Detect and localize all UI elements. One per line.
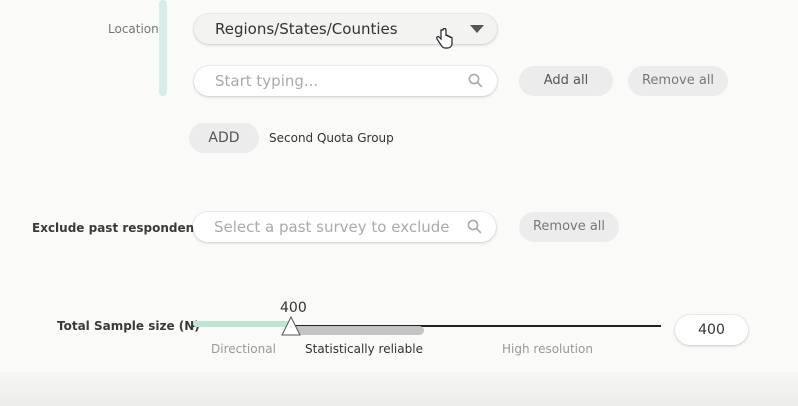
location-label: Location <box>108 22 159 36</box>
hand-cursor-icon <box>436 28 453 49</box>
slider-zone-reliable <box>291 326 424 335</box>
quota-group-label: Second Quota Group <box>269 131 394 145</box>
search-icon <box>468 73 483 88</box>
add-quota-button[interactable]: ADD <box>189 123 259 153</box>
exclude-remove-all-button[interactable]: Remove all <box>519 212 619 242</box>
exclude-survey-input[interactable]: Select a past survey to exclude <box>193 212 496 242</box>
chevron-down-icon[interactable] <box>470 25 484 33</box>
exclude-label: Exclude past respondents <box>32 221 208 235</box>
sample-size-label: Total Sample size (N) <box>57 319 200 333</box>
location-search-input[interactable]: Start typing... <box>194 66 497 96</box>
bottom-fade <box>0 372 798 406</box>
section-accent-bar <box>159 0 167 96</box>
add-all-button[interactable]: Add all <box>519 66 613 96</box>
slider-fill-directional <box>193 321 291 327</box>
zone-label-reliable: Statistically reliable <box>305 342 423 356</box>
sample-size-slider[interactable] <box>193 316 661 336</box>
sample-size-input[interactable]: 400 <box>675 315 748 345</box>
zone-label-directional: Directional <box>211 342 276 356</box>
location-search-placeholder: Start typing... <box>215 72 319 90</box>
exclude-search-placeholder: Select a past survey to exclude <box>214 218 450 236</box>
location-remove-all-button[interactable]: Remove all <box>628 66 728 96</box>
search-icon <box>467 219 482 234</box>
zone-label-high-resolution: High resolution <box>502 342 593 356</box>
location-dropdown-value: Regions/States/Counties <box>215 20 398 38</box>
slider-value-label: 400 <box>280 300 307 316</box>
slider-handle[interactable] <box>281 316 301 336</box>
